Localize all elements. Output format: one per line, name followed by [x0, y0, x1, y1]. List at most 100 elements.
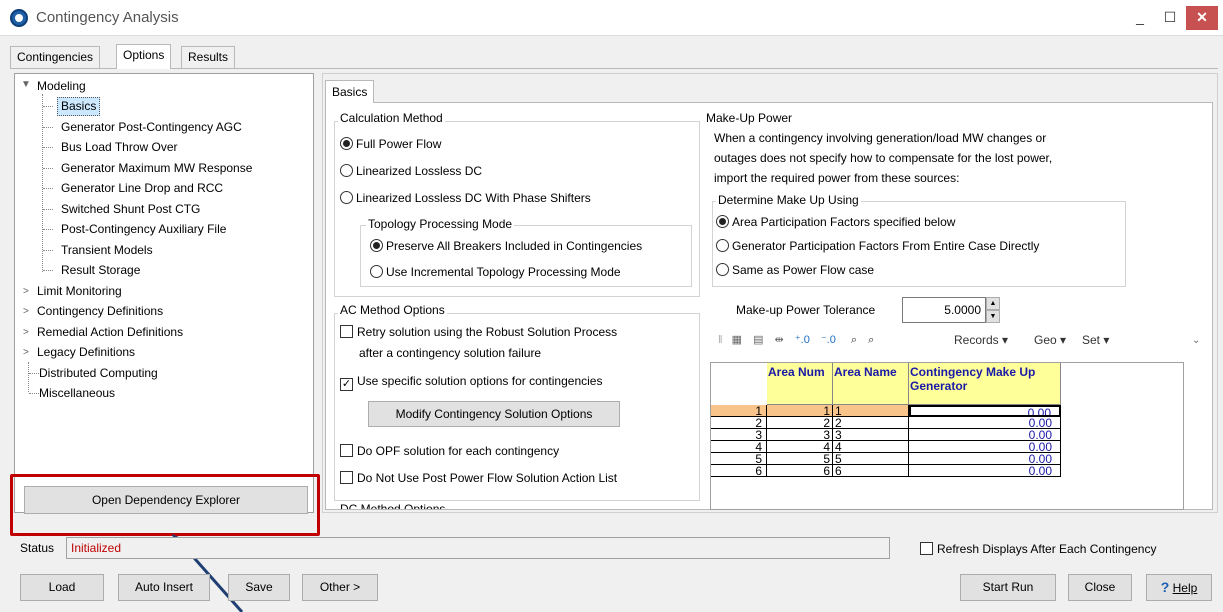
set-menu[interactable]: Set ▾	[1082, 333, 1109, 347]
tree-item-basics[interactable]: Basics	[57, 97, 101, 116]
table-cell[interactable]: 6	[767, 465, 833, 477]
find-abcd-icon[interactable]: ⌕	[868, 334, 874, 346]
radio-preserve-breakers[interactable]: Preserve All Breakers Included in Contin…	[370, 237, 642, 255]
records-menu[interactable]: Records ▾	[954, 333, 1008, 347]
radio-icon	[716, 239, 729, 252]
find-icon[interactable]: ⌕	[851, 334, 857, 346]
tree-item-result-storage[interactable]: Result Storage	[61, 260, 140, 280]
tree-item-remedial-action[interactable]: Remedial Action Definitions	[37, 322, 183, 342]
close-window-button[interactable]: ✕	[1186, 6, 1218, 30]
spin-up-icon[interactable]: ▲	[986, 297, 1000, 310]
makeup-desc-line3: import the required power from these sou…	[714, 171, 960, 185]
save-button[interactable]: Save	[228, 574, 290, 601]
col-header-makeup-generator[interactable]: Contingency Make Up Generator	[909, 363, 1061, 405]
row-index-cell[interactable]: 1	[711, 405, 767, 417]
tree-item-legacy-definitions[interactable]: Legacy Definitions	[37, 342, 135, 362]
table-format-icon[interactable]: ▦	[732, 334, 742, 346]
tree-item-modeling[interactable]: Modeling	[37, 76, 86, 96]
tab-contingencies[interactable]: Contingencies	[10, 46, 101, 68]
geo-menu[interactable]: Geo ▾	[1034, 333, 1066, 347]
minimize-button[interactable]: _	[1125, 6, 1155, 30]
radio-selected-icon	[340, 137, 353, 150]
load-button[interactable]: Load	[20, 574, 104, 601]
tree-item-generator-agc[interactable]: Generator Post-Contingency AGC	[61, 117, 242, 137]
tree-item-limit-monitoring[interactable]: Limit Monitoring	[37, 281, 122, 301]
table-cell[interactable]: 1	[767, 405, 833, 417]
col-header-area-name[interactable]: Area Name	[833, 363, 909, 405]
tree-item-post-ctg-aux-file[interactable]: Post-Contingency Auxiliary File	[61, 219, 226, 239]
tolerance-label: Make-up Power Tolerance	[736, 303, 876, 317]
tree-item-distributed-computing[interactable]: Distributed Computing	[39, 363, 158, 383]
radio-linearized-dc[interactable]: Linearized Lossless DC	[340, 162, 482, 180]
tab-results[interactable]: Results	[181, 46, 236, 68]
spin-down-icon[interactable]: ▼	[986, 310, 1000, 323]
help-button[interactable]: ? Help	[1146, 574, 1212, 601]
row-index-cell[interactable]: 5	[711, 453, 767, 465]
chevron-down-icon[interactable]: ⌄	[1192, 335, 1200, 346]
maximize-button[interactable]: ☐	[1155, 6, 1185, 30]
column-resize-icon[interactable]: ⇹	[775, 334, 784, 346]
makeup-value-cell[interactable]: 0.00	[909, 417, 1061, 429]
radio-linearized-dc-phase[interactable]: Linearized Lossless DC With Phase Shifte…	[340, 189, 591, 207]
radio-area-participation[interactable]: Area Participation Factors specified bel…	[716, 213, 955, 231]
checkbox-refresh-displays[interactable]: Refresh Displays After Each Contingency	[920, 540, 1156, 558]
dc-method-title: DC Method Options	[338, 502, 448, 509]
tree-item-generator-max-mw[interactable]: Generator Maximum MW Response	[61, 158, 252, 178]
table-cell[interactable]: 2	[833, 417, 909, 429]
tree-item-switched-shunt[interactable]: Switched Shunt Post CTG	[61, 199, 200, 219]
table-cell[interactable]: 3	[833, 429, 909, 441]
status-label: Status	[20, 541, 55, 555]
modify-contingency-options-button[interactable]: Modify Contingency Solution Options	[368, 401, 620, 427]
makeup-value-cell[interactable]: 0.00	[909, 465, 1061, 477]
start-run-button[interactable]: Start Run	[960, 574, 1056, 601]
makeup-value-cell[interactable]: 0.00	[909, 441, 1061, 453]
chevron-right-icon[interactable]: >	[23, 347, 29, 358]
close-button[interactable]: Close	[1068, 574, 1132, 601]
table-cell[interactable]: 5	[833, 453, 909, 465]
makeup-value-cell[interactable]: 0.00	[909, 405, 1061, 417]
tree-item-miscellaneous[interactable]: Miscellaneous	[39, 383, 115, 403]
col-header-area-num[interactable]: Area Num	[767, 363, 833, 405]
increase-decimals-icon[interactable]: ⁺.0	[795, 334, 810, 346]
tree-item-generator-line-drop[interactable]: Generator Line Drop and RCC	[61, 178, 223, 198]
makeup-value-cell[interactable]: 0.00	[909, 453, 1061, 465]
chevron-right-icon[interactable]: >	[23, 327, 29, 338]
table-cell[interactable]: 4	[767, 441, 833, 453]
decrease-decimals-icon[interactable]: ⁻.0	[821, 334, 836, 346]
tree-item-bus-load-throw-over[interactable]: Bus Load Throw Over	[61, 137, 178, 157]
radio-same-as-power-flow[interactable]: Same as Power Flow case	[716, 261, 874, 279]
table-cell[interactable]: 5	[767, 453, 833, 465]
makeup-desc-line1: When a contingency involving generation/…	[714, 131, 1047, 145]
table-cell[interactable]: 3	[767, 429, 833, 441]
row-index-cell[interactable]: 3	[711, 429, 767, 441]
options-icon[interactable]: ▤	[753, 334, 763, 346]
window-title: Contingency Analysis	[36, 9, 179, 26]
table-cell[interactable]: 6	[833, 465, 909, 477]
row-index-cell[interactable]: 4	[711, 441, 767, 453]
radio-generator-participation[interactable]: Generator Participation Factors From Ent…	[716, 237, 1039, 255]
tree-item-transient-models[interactable]: Transient Models	[61, 240, 153, 260]
tree-item-contingency-definitions[interactable]: Contingency Definitions	[37, 301, 163, 321]
tab-basics[interactable]: Basics	[325, 80, 375, 103]
checkbox-opf-solution[interactable]: Do OPF solution for each contingency	[340, 442, 559, 460]
radio-full-power-flow[interactable]: Full Power Flow	[340, 135, 441, 153]
radio-icon	[370, 265, 383, 278]
table-cell[interactable]: 1	[833, 405, 909, 417]
tab-options[interactable]: Options	[116, 44, 172, 69]
auto-insert-button[interactable]: Auto Insert	[118, 574, 210, 601]
checkbox-retry-robust[interactable]: Retry solution using the Robust Solution…	[340, 323, 617, 341]
table-cell[interactable]: 2	[767, 417, 833, 429]
chevron-right-icon[interactable]: >	[23, 286, 29, 297]
radio-incremental-topology[interactable]: Use Incremental Topology Processing Mode	[370, 263, 621, 281]
row-index-cell[interactable]: 2	[711, 417, 767, 429]
tolerance-input[interactable]	[902, 297, 986, 323]
radio-icon	[340, 164, 353, 177]
makeup-value-cell[interactable]: 0.00	[909, 429, 1061, 441]
row-index-cell[interactable]: 6	[711, 465, 767, 477]
checkbox-use-specific-options[interactable]: ✓ Use specific solution options for conti…	[340, 372, 602, 391]
other-button[interactable]: Other >	[302, 574, 378, 601]
checkbox-no-post-action-list[interactable]: Do Not Use Post Power Flow Solution Acti…	[340, 469, 617, 487]
chevron-right-icon[interactable]: >	[23, 306, 29, 317]
chevron-down-icon[interactable]: ▼	[21, 79, 31, 90]
table-cell[interactable]: 4	[833, 441, 909, 453]
